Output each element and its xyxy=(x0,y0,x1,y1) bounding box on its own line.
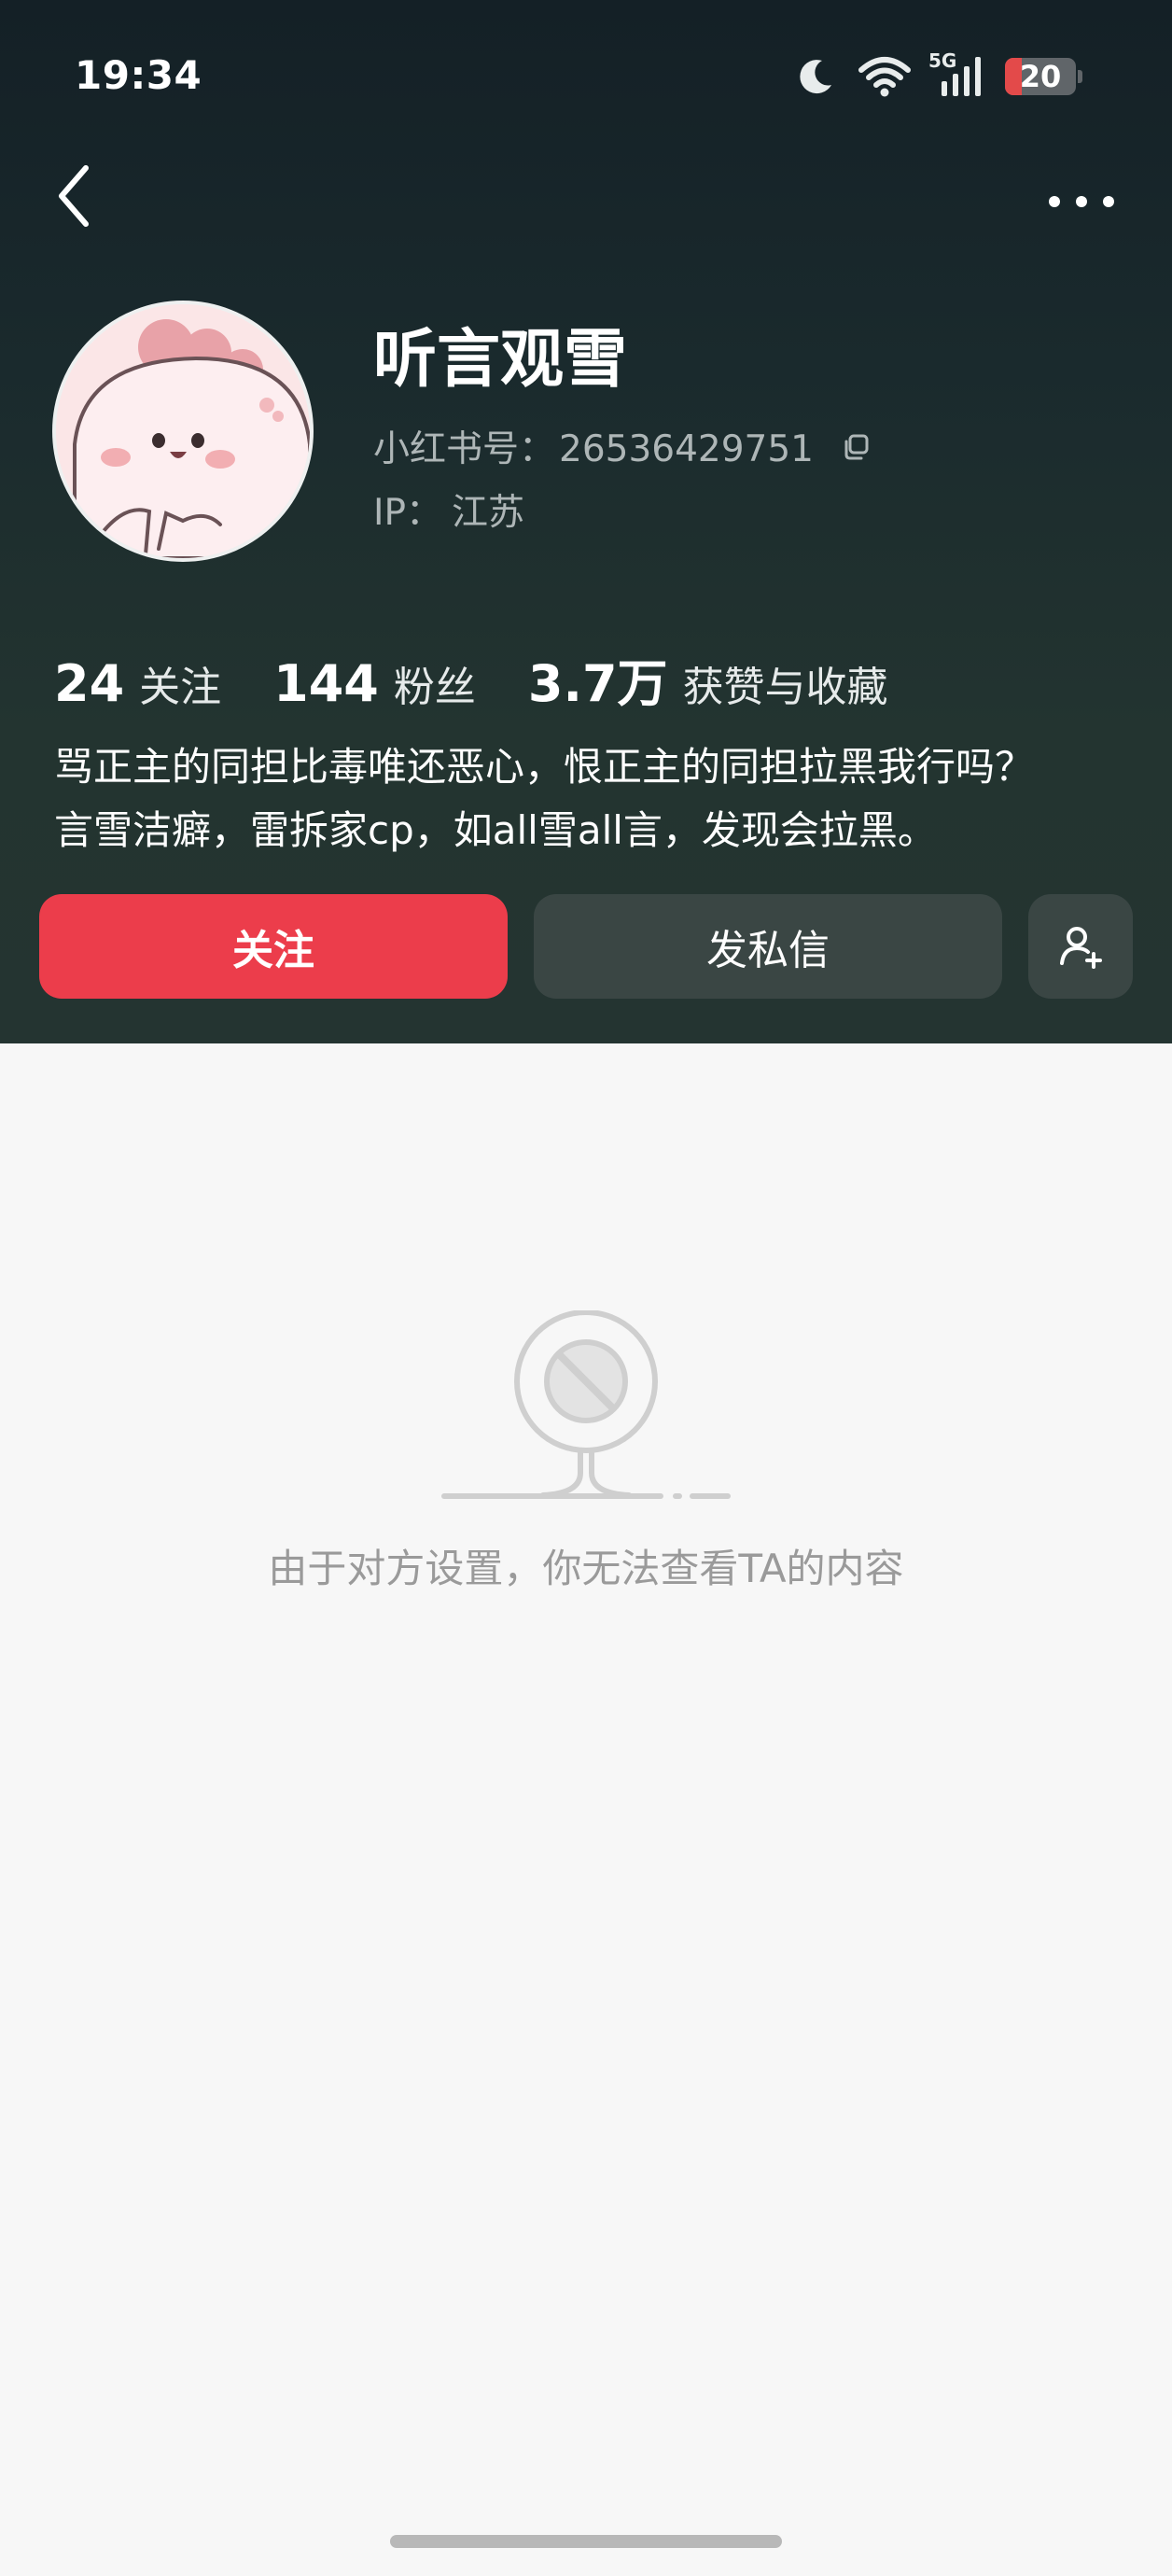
battery-tip xyxy=(1078,70,1082,83)
stat-following[interactable]: 24 关注 xyxy=(54,653,221,713)
back-arrow-icon xyxy=(59,165,89,227)
more-dots-icon xyxy=(1049,196,1114,207)
xhs-id-value: 26536429751 xyxy=(559,428,814,470)
stat-likes[interactable]: 3.7万 获赞与收藏 xyxy=(528,642,888,716)
profile-bio: 骂正主的同担比毒唯还恶心，恨正主的同担拉黑我行吗？ 言雪洁癖，雷拆家cp，如al… xyxy=(54,735,1127,862)
signal-icon: 5G xyxy=(928,49,984,100)
add-person-icon xyxy=(1060,927,1102,969)
blocked-icon xyxy=(440,1309,732,1503)
copy-icon[interactable] xyxy=(842,431,870,468)
status-icons: 5G 20 xyxy=(794,49,1082,103)
xhs-id-label: 小红书号： xyxy=(373,428,556,470)
battery-indicator: 20 xyxy=(1005,58,1076,95)
stat-following-count: 24 xyxy=(54,654,125,713)
stat-following-label: 关注 xyxy=(139,664,222,711)
follow-button[interactable]: 关注 xyxy=(39,894,508,999)
avatar-image xyxy=(56,304,310,558)
wifi-icon xyxy=(858,55,912,98)
moon-icon xyxy=(794,55,837,98)
stat-followers[interactable]: 144 粉丝 xyxy=(273,653,476,713)
profile-stats: 24 关注 144 粉丝 3.7万 获赞与收藏 xyxy=(54,642,941,716)
battery-level: 20 xyxy=(1019,59,1062,94)
stat-likes-label: 获赞与收藏 xyxy=(682,664,888,711)
more-button[interactable] xyxy=(1039,183,1123,220)
network-type: 5G xyxy=(928,49,957,72)
stat-followers-label: 粉丝 xyxy=(393,664,476,711)
profile-header: 19:34 5G 20 听言观雪 小红书号： 26536429751 IP： 江… xyxy=(0,0,1172,1043)
ip-label: IP： xyxy=(373,492,443,534)
username: 听言观雪 xyxy=(373,323,628,397)
bio-line: 骂正主的同担比毒唯还恶心，恨正主的同担拉黑我行吗？ xyxy=(54,744,1035,790)
stat-followers-count: 144 xyxy=(273,654,379,713)
xhs-id-row: 小红书号： 26536429751 xyxy=(373,431,870,468)
avatar[interactable] xyxy=(52,301,314,562)
empty-state-text: 由于对方设置，你无法查看TA的内容 xyxy=(268,1546,904,1591)
stat-likes-count: 3.7万 xyxy=(527,654,668,713)
back-button[interactable] xyxy=(52,161,97,231)
bio-line: 言雪洁癖，雷拆家cp，如all雪all言，发现会拉黑。 xyxy=(54,807,937,853)
add-friend-button[interactable] xyxy=(1028,894,1133,999)
status-time: 19:34 xyxy=(75,52,202,98)
ip-location-row: IP： 江苏 xyxy=(373,495,524,531)
home-indicator[interactable] xyxy=(390,2535,782,2548)
ip-location: 江苏 xyxy=(452,492,525,534)
message-button[interactable]: 发私信 xyxy=(534,894,1002,999)
